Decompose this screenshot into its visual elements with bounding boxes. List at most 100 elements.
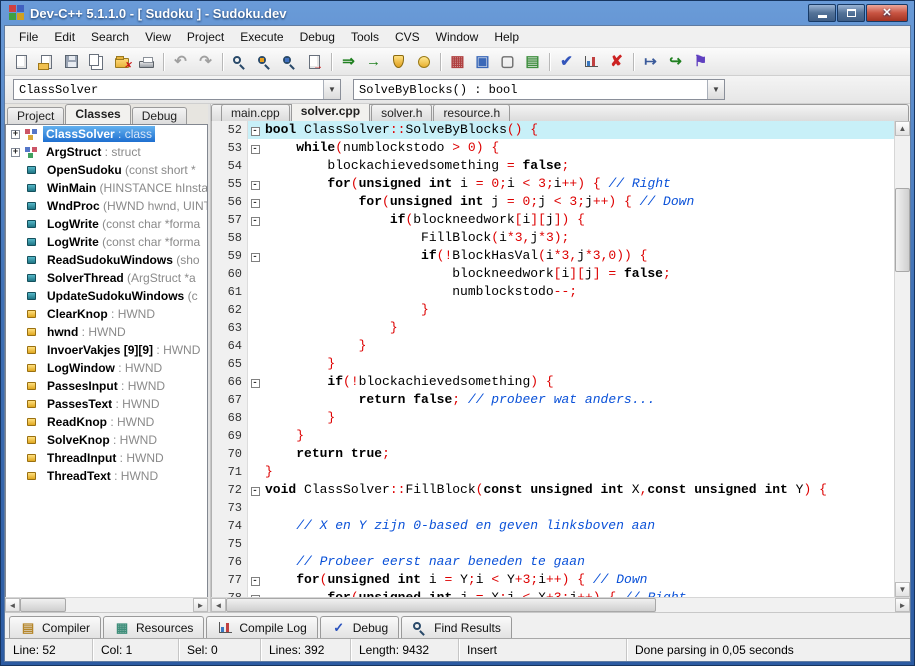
find-in-files-button[interactable] bbox=[277, 50, 302, 74]
close-file-button[interactable] bbox=[109, 50, 134, 74]
code-text[interactable]: // Probeer eerst naar beneden te gaan bbox=[262, 553, 894, 571]
class-browser-hscrollbar[interactable]: ◄ ► bbox=[5, 597, 208, 612]
abort-button[interactable]: ✘ bbox=[604, 50, 629, 74]
code-text[interactable]: // X en Y zijn 0-based en geven linksbov… bbox=[262, 517, 894, 535]
code-text[interactable]: } bbox=[262, 355, 894, 373]
member-combobox[interactable]: SolveByBlocks() : bool ▼ bbox=[353, 79, 725, 100]
fold-collapse-icon[interactable]: - bbox=[250, 577, 260, 586]
remove-from-project-button[interactable]: ▢ bbox=[495, 50, 520, 74]
menu-view[interactable]: View bbox=[137, 28, 179, 46]
vscroll-thumb[interactable] bbox=[895, 188, 910, 272]
tree-item-readsudokuwindows[interactable]: ReadSudokuWindows (sho bbox=[6, 251, 207, 269]
line-number[interactable]: 60 bbox=[212, 265, 248, 283]
line-number[interactable]: 71 bbox=[212, 463, 248, 481]
code-text[interactable]: if(!blockachievedsomething) { bbox=[262, 373, 894, 391]
scroll-left-icon[interactable]: ◄ bbox=[211, 598, 226, 612]
save-button[interactable] bbox=[59, 50, 84, 74]
menu-window[interactable]: Window bbox=[428, 28, 487, 46]
fold-collapse-icon[interactable]: - bbox=[250, 217, 260, 226]
tree-item-logwindow[interactable]: LogWindow : HWND bbox=[6, 359, 207, 377]
close-button[interactable]: ✕ bbox=[866, 4, 908, 22]
report-tab-find-results[interactable]: Find Results bbox=[401, 616, 512, 638]
class-combobox[interactable]: ClassSolver ▼ bbox=[13, 79, 341, 100]
editor-tab-resource-h[interactable]: resource.h bbox=[433, 104, 511, 121]
save-all-button[interactable] bbox=[84, 50, 109, 74]
fold-collapse-icon[interactable]: - bbox=[250, 253, 260, 262]
editor-tab-solver-cpp[interactable]: solver.cpp bbox=[290, 104, 371, 121]
line-number[interactable]: 78 bbox=[212, 589, 248, 597]
code-text[interactable]: void ClassSolver::FillBlock(const unsign… bbox=[262, 481, 894, 499]
code-text[interactable]: bool ClassSolver::SolveByBlocks() { bbox=[262, 121, 894, 139]
menu-help[interactable]: Help bbox=[486, 28, 527, 46]
editor-tab-solver-h[interactable]: solver.h bbox=[371, 104, 433, 121]
code-text[interactable]: for(unsigned int j = X;j < X+3;j++) { //… bbox=[262, 589, 894, 597]
tree-item-logwrite[interactable]: LogWrite (const char *forma bbox=[6, 233, 207, 251]
tree-item-argstruct[interactable]: + ArgStruct : struct bbox=[6, 143, 207, 161]
tree-item-solverthread[interactable]: SolverThread (ArgStruct *a bbox=[6, 269, 207, 287]
fold-collapse-icon[interactable]: - bbox=[250, 487, 260, 496]
tree-item-invoervakjes-9-9[interactable]: InvoerVakjes [9][9] : HWND bbox=[6, 341, 207, 359]
expand-plus-icon[interactable]: + bbox=[11, 129, 20, 139]
menu-execute[interactable]: Execute bbox=[232, 28, 291, 46]
maximize-button[interactable] bbox=[837, 4, 865, 22]
line-number[interactable]: 74 bbox=[212, 517, 248, 535]
line-number[interactable]: 62 bbox=[212, 301, 248, 319]
tree-item-passestext[interactable]: PassesText : HWND bbox=[6, 395, 207, 413]
code-text[interactable]: } bbox=[262, 409, 894, 427]
code-text[interactable]: } bbox=[262, 301, 894, 319]
fold-collapse-icon[interactable]: - bbox=[250, 379, 260, 388]
tree-item-readknop[interactable]: ReadKnop : HWND bbox=[6, 413, 207, 431]
left-tab-debug[interactable]: Debug bbox=[131, 107, 188, 124]
tree-item-opensudoku[interactable]: OpenSudoku (const short * bbox=[6, 161, 207, 179]
scroll-right-icon[interactable]: ► bbox=[193, 598, 208, 612]
debug-button[interactable] bbox=[386, 50, 411, 74]
open-file-button[interactable] bbox=[34, 50, 59, 74]
report-tab-debug[interactable]: ✓ Debug bbox=[319, 616, 400, 638]
syntax-check-button[interactable]: ✔ bbox=[554, 50, 579, 74]
tree-item-solveknop[interactable]: SolveKnop : HWND bbox=[6, 431, 207, 449]
line-number[interactable]: 75 bbox=[212, 535, 248, 553]
profile-analysis-button[interactable] bbox=[579, 50, 604, 74]
new-source-button[interactable] bbox=[9, 50, 34, 74]
tree-item-passesinput[interactable]: PassesInput : HWND bbox=[6, 377, 207, 395]
hscroll-thumb[interactable] bbox=[226, 598, 656, 612]
line-number[interactable]: 67 bbox=[212, 391, 248, 409]
menu-project[interactable]: Project bbox=[179, 28, 232, 46]
line-number[interactable]: 55 bbox=[212, 175, 248, 193]
left-tab-classes[interactable]: Classes bbox=[65, 104, 131, 124]
fold-collapse-icon[interactable]: - bbox=[250, 145, 260, 154]
line-number[interactable]: 64 bbox=[212, 337, 248, 355]
title-bar[interactable]: Dev-C++ 5.1.1.0 - [ Sudoku ] - Sudoku.de… bbox=[4, 1, 911, 25]
code-text[interactable]: if(blockneedwork[i][j]) { bbox=[262, 211, 894, 229]
hscroll-track[interactable] bbox=[66, 598, 193, 612]
report-tab-compiler[interactable]: ▤ Compiler bbox=[9, 616, 102, 638]
expand-plus-icon[interactable]: + bbox=[11, 147, 20, 157]
line-number[interactable]: 56 bbox=[212, 193, 248, 211]
menu-tools[interactable]: Tools bbox=[343, 28, 387, 46]
line-number[interactable]: 58 bbox=[212, 229, 248, 247]
new-project-button[interactable]: ▦ bbox=[445, 50, 470, 74]
code-text[interactable]: } bbox=[262, 427, 894, 445]
tree-item-threadinput[interactable]: ThreadInput : HWND bbox=[6, 449, 207, 467]
tree-item-updatesudokuwindows[interactable]: UpdateSudokuWindows (c bbox=[6, 287, 207, 305]
code-text[interactable]: if(!BlockHasVal(i*3,j*3,0)) { bbox=[262, 247, 894, 265]
scroll-right-icon[interactable]: ► bbox=[895, 598, 910, 612]
replace-button[interactable] bbox=[252, 50, 277, 74]
tree-item-classsolver[interactable]: + ClassSolver : class bbox=[6, 125, 207, 143]
code-text[interactable] bbox=[262, 535, 894, 553]
tree-item-clearknop[interactable]: ClearKnop : HWND bbox=[6, 305, 207, 323]
vscroll-track[interactable] bbox=[895, 272, 910, 582]
redo-button[interactable]: ↷ bbox=[193, 50, 218, 74]
code-text[interactable]: for(unsigned int i = Y;i < Y+3;i++) { //… bbox=[262, 571, 894, 589]
code-text[interactable]: for(unsigned int i = 0;i < 3;i++) { // R… bbox=[262, 175, 894, 193]
project-options-button[interactable]: ▤ bbox=[520, 50, 545, 74]
tree-item-threadtext[interactable]: ThreadText : HWND bbox=[6, 467, 207, 485]
chevron-down-icon[interactable]: ▼ bbox=[707, 80, 724, 99]
code-text[interactable]: } bbox=[262, 319, 894, 337]
line-number[interactable]: 69 bbox=[212, 427, 248, 445]
code-text[interactable]: return true; bbox=[262, 445, 894, 463]
scroll-down-icon[interactable]: ▼ bbox=[895, 582, 910, 597]
goto-line-button[interactable] bbox=[302, 50, 327, 74]
left-tab-project[interactable]: Project bbox=[7, 107, 65, 124]
code-text[interactable]: } bbox=[262, 337, 894, 355]
